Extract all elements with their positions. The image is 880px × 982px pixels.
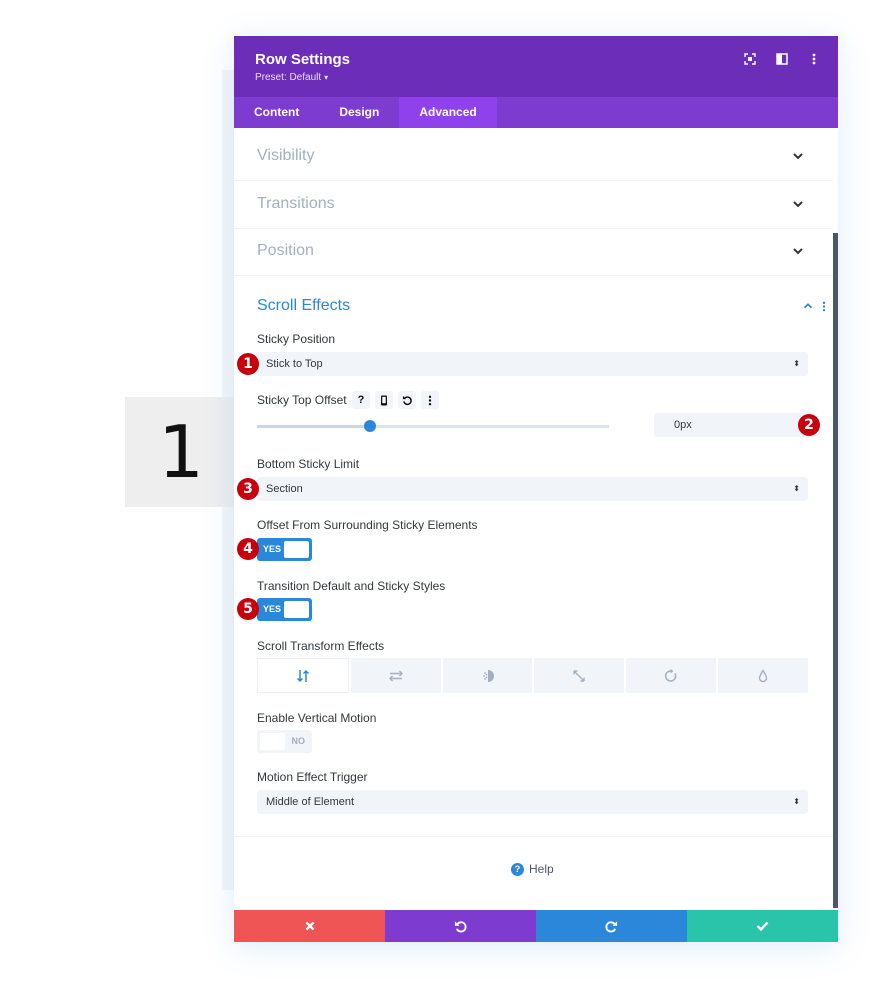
bottom-sticky-limit-select[interactable]: Section ⬍ (257, 477, 808, 501)
preset-selector[interactable]: Preset: Default ▾ (255, 72, 328, 83)
fading-icon[interactable] (442, 658, 533, 693)
sidebar-toggle-icon[interactable] (772, 50, 792, 68)
more-vertical-icon[interactable] (421, 391, 439, 409)
scrollbar[interactable] (833, 233, 838, 908)
section-visibility-label: Visibility (257, 147, 315, 164)
help-question-icon[interactable]: ? (352, 391, 370, 409)
scaling-icon[interactable] (534, 658, 625, 693)
select-arrows-icon: ⬍ (793, 484, 800, 493)
scroll-transform-effects (257, 658, 808, 693)
check-icon (756, 921, 769, 931)
slider-handle[interactable] (363, 420, 376, 432)
toggle-knob (284, 541, 309, 558)
annotation-badge-2: 2 (798, 414, 820, 436)
sticky-offset-slider[interactable] (257, 425, 609, 428)
redo-icon (605, 920, 618, 932)
toggle-state-text: YES (263, 544, 282, 554)
section-position[interactable]: Position (234, 228, 833, 276)
section-transitions-label: Transitions (257, 195, 335, 212)
caret-down-icon: ▾ (324, 73, 329, 82)
toggle-knob (284, 601, 309, 618)
sticky-position-select[interactable]: Stick to Top ⬍ (257, 352, 808, 376)
help-link[interactable]: ? Help (511, 862, 554, 876)
fullscreen-icon[interactable] (740, 50, 760, 68)
chevron-down-icon (793, 201, 803, 208)
select-arrows-icon: ⬍ (793, 359, 800, 368)
phone-responsive-icon[interactable] (375, 391, 393, 409)
annotation-badge-3: 3 (237, 478, 259, 500)
more-vertical-icon[interactable] (804, 50, 824, 68)
rotating-icon[interactable] (626, 658, 717, 693)
step-card: 1 (125, 397, 237, 507)
annotation-badge-1: 1 (237, 353, 259, 375)
horizontal-motion-icon[interactable] (350, 658, 441, 693)
blur-icon[interactable] (718, 658, 808, 693)
tab-design[interactable]: Design (319, 97, 399, 128)
undo-button[interactable] (385, 910, 536, 942)
tab-bar: Content Design Advanced (234, 97, 838, 128)
divider (234, 836, 833, 837)
tab-advanced[interactable]: Advanced (399, 97, 497, 128)
sticky-top-offset-label: Sticky Top Offset (257, 393, 347, 407)
section-visibility[interactable]: Visibility (234, 133, 833, 181)
section-position-label: Position (257, 242, 314, 259)
toggle-state-text: NO (291, 736, 306, 746)
row-settings-modal: Row Settings Preset: Default ▾ Content De… (234, 36, 838, 942)
step-number: 1 (158, 410, 204, 494)
undo-icon (454, 920, 467, 932)
modal-title: Row Settings (255, 51, 351, 68)
transition-styles-label: Transition Default and Sticky Styles (257, 579, 446, 593)
bottom-sticky-limit-label: Bottom Sticky Limit (257, 457, 360, 471)
vertical-motion-icon[interactable] (257, 658, 349, 693)
chevron-up-icon[interactable] (802, 300, 814, 312)
motion-trigger-select[interactable]: Middle of Element ⬍ (257, 790, 808, 814)
close-icon (305, 921, 314, 931)
chevron-down-icon (793, 248, 803, 255)
save-button[interactable] (687, 910, 838, 942)
toggle-state-text: YES (263, 604, 282, 614)
annotation-badge-5: 5 (237, 598, 259, 620)
annotation-badge-4: 4 (237, 538, 259, 560)
bottom-sticky-limit-value: Section (266, 483, 303, 495)
transition-styles-toggle[interactable]: YES (257, 598, 312, 621)
vertical-motion-toggle[interactable]: NO (257, 730, 312, 753)
redo-button[interactable] (536, 910, 687, 942)
reset-icon[interactable] (398, 391, 416, 409)
motion-trigger-value: Middle of Element (266, 796, 355, 808)
modal-header: Row Settings Preset: Default ▾ (234, 36, 838, 97)
motion-trigger-label: Motion Effect Trigger (257, 770, 368, 784)
help-label: Help (529, 862, 554, 876)
slider-fill (257, 425, 370, 428)
sticky-position-label: Sticky Position (257, 332, 336, 346)
section-scroll-effects-title[interactable]: Scroll Effects (257, 297, 350, 315)
section-transitions[interactable]: Transitions (234, 181, 833, 229)
cancel-button[interactable] (234, 910, 385, 942)
toggle-knob (260, 733, 285, 750)
tab-content[interactable]: Content (234, 97, 319, 128)
offset-surrounding-label: Offset From Surrounding Sticky Elements (257, 518, 478, 532)
scroll-transform-label: Scroll Transform Effects (257, 639, 385, 653)
preset-label: Preset: Default (255, 72, 322, 83)
more-vertical-icon[interactable] (822, 301, 826, 312)
vertical-motion-label: Enable Vertical Motion (257, 711, 377, 725)
offset-surrounding-toggle[interactable]: YES (257, 538, 312, 561)
sticky-position-value: Stick to Top (266, 358, 323, 370)
chevron-down-icon (793, 153, 803, 160)
action-bar (234, 910, 838, 942)
sticky-offset-input[interactable] (654, 413, 808, 437)
select-arrows-icon: ⬍ (793, 797, 800, 806)
help-icon: ? (511, 862, 524, 876)
